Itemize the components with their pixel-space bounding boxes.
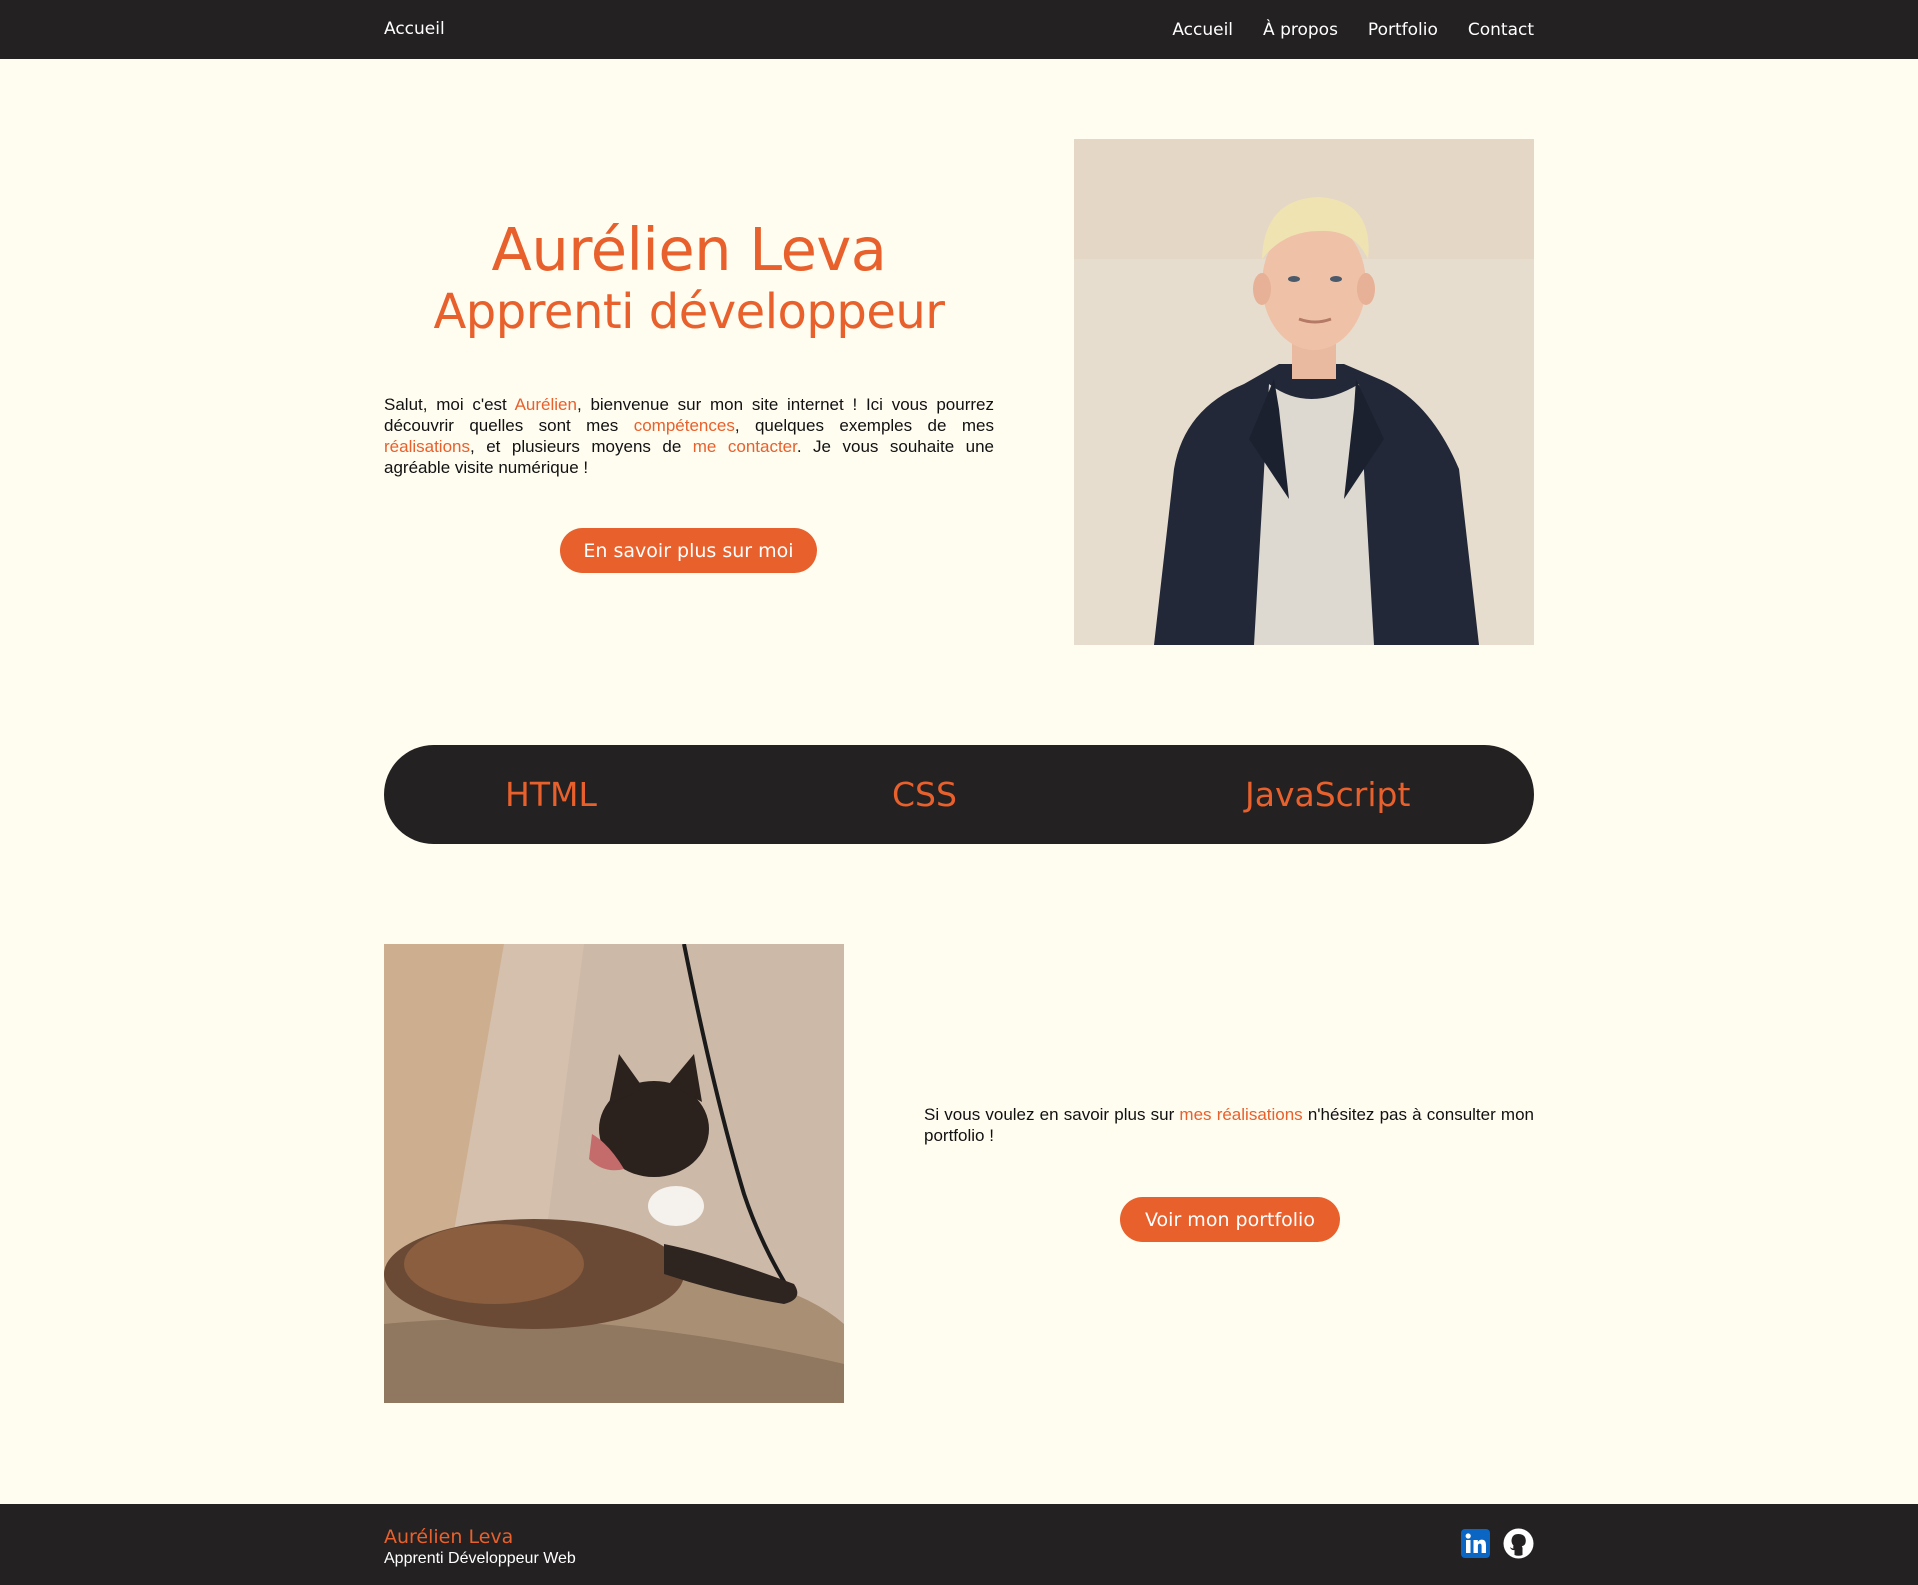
linkedin-icon[interactable] <box>1460 1528 1491 1559</box>
cat-photo <box>384 944 844 1403</box>
nav-link-accueil[interactable]: Accueil <box>1172 20 1233 40</box>
portfolio-link-works[interactable]: mes réalisations <box>1179 1105 1302 1124</box>
portrait-illustration <box>1074 139 1534 645</box>
skill-css: CSS <box>892 775 957 814</box>
footer-name: Aurélien Leva <box>384 1526 514 1548</box>
intro-text-4: , et plusieurs moyens de <box>470 437 693 456</box>
footer-role: Apprenti Développeur Web <box>384 1550 576 1567</box>
footer: Aurélien Leva Apprenti Développeur Web <box>0 1504 1918 1585</box>
skill-html: HTML <box>505 775 597 814</box>
hero-intro-text: Salut, moi c'est Aurélien, bienvenue sur… <box>384 394 994 478</box>
intro-link-skills[interactable]: compétences <box>634 416 735 435</box>
nav-links: Accueil À propos Portfolio Contact <box>1172 0 1534 59</box>
github-icon[interactable] <box>1503 1528 1534 1559</box>
intro-text-1: Salut, moi c'est <box>384 395 515 414</box>
skill-javascript: JavaScript <box>1245 775 1411 814</box>
navbar: Accueil Accueil À propos Portfolio Conta… <box>0 0 1918 59</box>
hero-name: Aurélien Leva <box>491 215 887 284</box>
nav-link-contact[interactable]: Contact <box>1468 20 1534 40</box>
nav-link-portfolio[interactable]: Portfolio <box>1368 20 1438 40</box>
intro-text-3: , quelques exemples de mes <box>734 416 994 435</box>
portfolio-text: Si vous voulez en savoir plus sur mes ré… <box>924 1104 1534 1146</box>
hero-role: Apprenti développeur <box>433 284 945 340</box>
nav-link-a-propos[interactable]: À propos <box>1263 20 1338 40</box>
cat-illustration <box>384 944 844 1403</box>
intro-link-contact[interactable]: me contacter <box>693 437 797 456</box>
nav-brand-home-link[interactable]: Accueil <box>384 0 445 59</box>
intro-link-name[interactable]: Aurélien <box>515 395 577 414</box>
footer-social-icons <box>1460 1528 1534 1559</box>
portrait-photo <box>1074 139 1534 645</box>
skills-bar: HTML CSS JavaScript <box>384 745 1534 844</box>
intro-link-works[interactable]: réalisations <box>384 437 470 456</box>
about-me-button[interactable]: En savoir plus sur moi <box>560 528 817 573</box>
portfolio-text-1: Si vous voulez en savoir plus sur <box>924 1105 1180 1124</box>
view-portfolio-button[interactable]: Voir mon portfolio <box>1120 1197 1340 1242</box>
